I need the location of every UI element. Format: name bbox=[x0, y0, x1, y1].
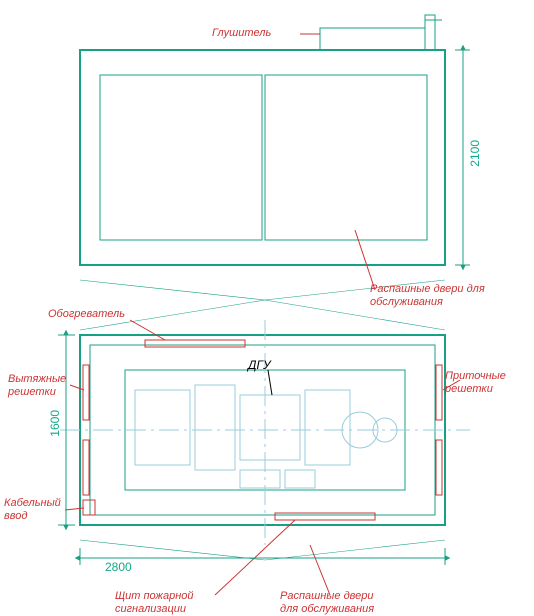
label-swing-doors-top: Распашные двери для обслуживания bbox=[370, 283, 534, 309]
label-exhaust-grilles: Вытяжные решетки bbox=[8, 373, 66, 399]
label-intake-grilles: Приточные решетки bbox=[445, 370, 506, 396]
dim-height: 2100 bbox=[468, 140, 482, 167]
dim-depth: 1600 bbox=[48, 410, 62, 437]
dim-width: 2800 bbox=[105, 560, 132, 574]
drawing-page: Глушитель Распашные двери для обслуживан… bbox=[0, 0, 534, 616]
label-muffler: Глушитель bbox=[212, 27, 271, 40]
label-dgu: ДГУ bbox=[248, 358, 271, 372]
label-heater: Обогреватель bbox=[48, 308, 125, 321]
label-swing-doors-bottom: Распашные двери для обслуживания bbox=[280, 590, 374, 616]
label-cable-entry: Кабельный ввод bbox=[4, 497, 61, 523]
label-fire-panel: Щит пожарной сигнализации bbox=[115, 590, 194, 616]
